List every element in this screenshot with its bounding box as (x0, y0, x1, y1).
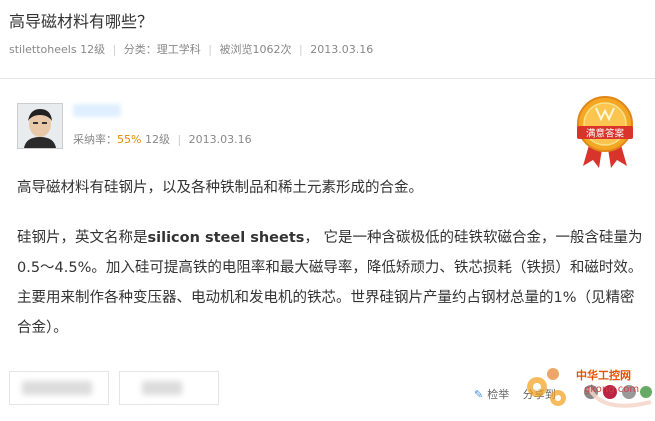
recommended-user-card[interactable] (119, 371, 219, 405)
watermark-text: 中华工控网 (576, 369, 631, 382)
watermark-url: gkong.com (584, 384, 640, 395)
section-divider (0, 78, 655, 79)
question-category-link[interactable]: 分类：理工学科 (124, 43, 201, 56)
answer-date: 2013.03.16 (188, 133, 252, 146)
pen-icon: ✎ (474, 388, 484, 401)
report-link[interactable]: 检举 (487, 388, 509, 401)
meta-separator: | (112, 43, 117, 56)
answerer-name-redacted[interactable] (73, 104, 121, 117)
question-date: 2013.03.16 (310, 43, 374, 56)
question-author-level: 12级 (80, 43, 106, 56)
satisfied-answer-badge: 满意答案 (577, 96, 633, 168)
question-title: 高导磁材料有哪些？ (9, 12, 154, 31)
meta-separator: | (177, 133, 182, 146)
avatar-photo (18, 104, 62, 148)
question-author-link[interactable]: stilettoheels (9, 43, 77, 56)
recommended-user-card[interactable] (9, 371, 109, 405)
redacted-content (142, 381, 182, 395)
answer-meta: 采纳率：55% 12级 | 2013.03.16 (73, 131, 252, 147)
adoption-label: 采纳率： (73, 133, 117, 146)
answer-english-term: silicon steel sheets (147, 230, 305, 246)
badge-text: 满意答案 (586, 128, 625, 140)
gear-icon (527, 368, 566, 406)
adoption-rate: 55% (117, 133, 142, 146)
meta-separator: | (299, 43, 303, 56)
question-views: 被浏览1062次 (219, 43, 292, 56)
question-meta: stilettoheels 12级 | 分类：理工学科 | 被浏览1062次 |… (9, 41, 373, 57)
answerer-level: 12级 (144, 133, 170, 146)
redacted-content (22, 381, 92, 395)
answer-text-segment: 硅钢片，英文名称是 (17, 230, 148, 246)
answer-content: 高导磁材料有硅钢片，以及各种铁制品和稀土元素形成的合金。 硅钢片，英文名称是si… (17, 173, 647, 363)
answer-paragraph: 高导磁材料有硅钢片，以及各种铁制品和稀土元素形成的合金。 (17, 180, 423, 196)
answerer-avatar[interactable] (17, 103, 63, 149)
meta-separator: | (208, 43, 213, 56)
answer-paragraph: 硅钢片，英文名称是silicon steel sheets， 它是一种含碳极低的… (17, 223, 647, 343)
